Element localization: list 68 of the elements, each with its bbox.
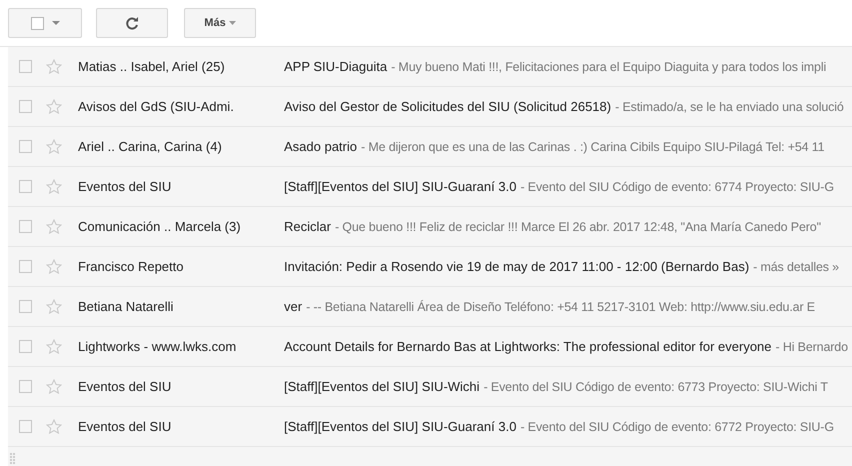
- refresh-icon: [125, 16, 139, 30]
- email-sender: Francisco Repetto: [78, 259, 184, 274]
- email-sender: Matias .. Isabel, Ariel (25): [78, 59, 226, 74]
- email-sender: Lightworks - www.lwks.com: [78, 339, 238, 354]
- star-icon[interactable]: [46, 218, 62, 234]
- email-row[interactable]: Francisco Repetto Invitación: Pedir a Rosendo vie 19 de may de 2017 11:00 - 12:00 (Bernardo Bas) - más detalles »: [8, 247, 852, 287]
- star-icon[interactable]: [46, 418, 62, 434]
- row-checkbox[interactable]: [19, 340, 32, 353]
- email-snippet: - Estimado/a, se le ha enviado una solució: [615, 100, 844, 114]
- star-icon[interactable]: [46, 98, 62, 114]
- email-snippet: - -- Betiana Natarelli Área de Diseño Teléfono: +54 11 5217-3101 Web: http://www.siu.edu.ar E: [306, 300, 815, 314]
- email-row[interactable]: Betiana Natarelli ver - -- Betiana Natarelli Área de Diseño Teléfono: +54 11 5217-3101 Web: http://www.siu.edu.ar E: [8, 287, 852, 327]
- email-subject: APP SIU-Diaguita: [284, 59, 388, 74]
- drag-handle-icon[interactable]: [10, 453, 16, 465]
- email-row[interactable]: Ariel .. Carina, Carina (4) Asado patrio - Me dijeron que es una de las Carinas . :) Carina Cibils Equipo SIU-Pilagá Tel: +54 11: [8, 127, 852, 167]
- star-icon[interactable]: [46, 58, 62, 74]
- email-subject: Reciclar: [284, 219, 331, 234]
- email-subject: ver: [284, 299, 302, 314]
- row-checkbox[interactable]: [19, 380, 32, 393]
- select-checkbox[interactable]: [30, 16, 44, 30]
- email-subject: Asado patrio: [284, 139, 357, 154]
- email-sender: Avisos del GdS (SIU-Admi.: [78, 99, 235, 114]
- email-subject: Aviso del Gestor de Solicitudes del SIU (Solicitud 26518): [284, 99, 612, 114]
- email-row[interactable]: Avisos del GdS (SIU-Admi. Aviso del Gestor de Solicitudes del SIU (Solicitud 26518) - Estimado/a, se le ha enviado una solució: [8, 87, 852, 127]
- refresh-button[interactable]: [96, 8, 168, 38]
- row-checkbox[interactable]: [19, 60, 32, 73]
- row-checkbox[interactable]: [19, 420, 32, 433]
- email-sender: Comunicación .. Marcela (3): [78, 219, 242, 234]
- email-sender: Eventos del SIU: [78, 179, 172, 194]
- email-row[interactable]: Eventos del SIU [Staff][Eventos del SIU] SIU-Wichi - Evento del SIU Código de evento: 6773 Proyecto: SIU-Wichi T: [8, 367, 852, 407]
- email-snippet: - más detalles »: [753, 260, 839, 274]
- email-snippet: - Evento del SIU Código de evento: 6773 Proyecto: SIU-Wichi T: [484, 380, 828, 394]
- star-icon[interactable]: [46, 338, 62, 354]
- email-subject: [Staff][Eventos del SIU] SIU-Guaraní 3.0: [284, 419, 516, 434]
- email-row[interactable]: Eventos del SIU [Staff][Eventos del SIU] SIU-Guaraní 3.0 - Evento del SIU Código de evento: 6774 Proyecto: SIU-G: [8, 167, 852, 207]
- more-button[interactable]: Más: [184, 8, 256, 38]
- email-snippet: - Hi Bernardo: [776, 340, 848, 354]
- email-snippet: - Evento del SIU Código de evento: 6774 Proyecto: SIU-G: [520, 180, 834, 194]
- star-icon[interactable]: [46, 138, 62, 154]
- email-subject: [Staff][Eventos del SIU] SIU-Guaraní 3.0: [284, 179, 516, 194]
- row-checkbox[interactable]: [19, 180, 32, 193]
- email-subject: Account Details for Bernardo Bas at Lightworks: The professional editor for everyone: [284, 339, 772, 354]
- row-checkbox[interactable]: [19, 140, 32, 153]
- email-row[interactable]: Matias .. Isabel, Ariel (25) APP SIU-Diaguita - Muy bueno Mati !!!, Felicitaciones para el Equipo Diaguita y para todos los impli: [8, 47, 852, 87]
- caret-icon: [52, 21, 60, 25]
- row-checkbox[interactable]: [19, 220, 32, 233]
- star-icon[interactable]: [46, 298, 62, 314]
- email-sender: Ariel .. Carina, Carina (4): [78, 139, 223, 154]
- row-checkbox[interactable]: [19, 260, 32, 273]
- email-sender: Eventos del SIU: [78, 419, 172, 434]
- email-subject: Invitación: Pedir a Rosendo vie 19 de may de 2017 11:00 - 12:00 (Bernardo Bas): [284, 259, 750, 274]
- row-checkbox[interactable]: [19, 100, 32, 113]
- email-snippet: - Evento del SIU Código de evento: 6772 Proyecto: SIU-G: [520, 420, 834, 434]
- select-dropdown-button[interactable]: [8, 8, 82, 38]
- star-icon[interactable]: [46, 378, 62, 394]
- email-row[interactable]: Eventos del SIU [Staff][Eventos del SIU] SIU-Guaraní 3.0 - Evento del SIU Código de evento: 6772 Proyecto: SIU-G: [8, 407, 852, 447]
- email-snippet: - Muy bueno Mati !!!, Felicitaciones para el Equipo Diaguita y para todos los impli: [391, 60, 826, 74]
- email-sender: Betiana Natarelli: [78, 299, 174, 314]
- row-checkbox[interactable]: [19, 300, 32, 313]
- caret-icon: [228, 21, 236, 25]
- email-snippet: - Que bueno !!! Feliz de reciclar !!! Marce El 26 abr. 2017 12:48, "Ana María Canedo Pero": [334, 220, 821, 234]
- email-row[interactable]: Comunicación .. Marcela (3) Reciclar - Que bueno !!! Feliz de reciclar !!! Marce El 26 abr. 2017 12:48, "Ana María Canedo Pero": [8, 207, 852, 247]
- star-icon[interactable]: [46, 178, 62, 194]
- email-sender: Eventos del SIU: [78, 379, 172, 394]
- email-subject: [Staff][Eventos del SIU] SIU-Wichi: [284, 379, 480, 394]
- email-row[interactable]: Lightworks - www.lwks.com Account Details for Bernardo Bas at Lightworks: The professional editor for everyone - Hi Bernardo: [8, 327, 852, 367]
- email-snippet: - Me dijeron que es una de las Carinas . :) Carina Cibils Equipo SIU-Pilagá Tel: +54 11: [361, 140, 824, 154]
- star-icon[interactable]: [46, 258, 62, 274]
